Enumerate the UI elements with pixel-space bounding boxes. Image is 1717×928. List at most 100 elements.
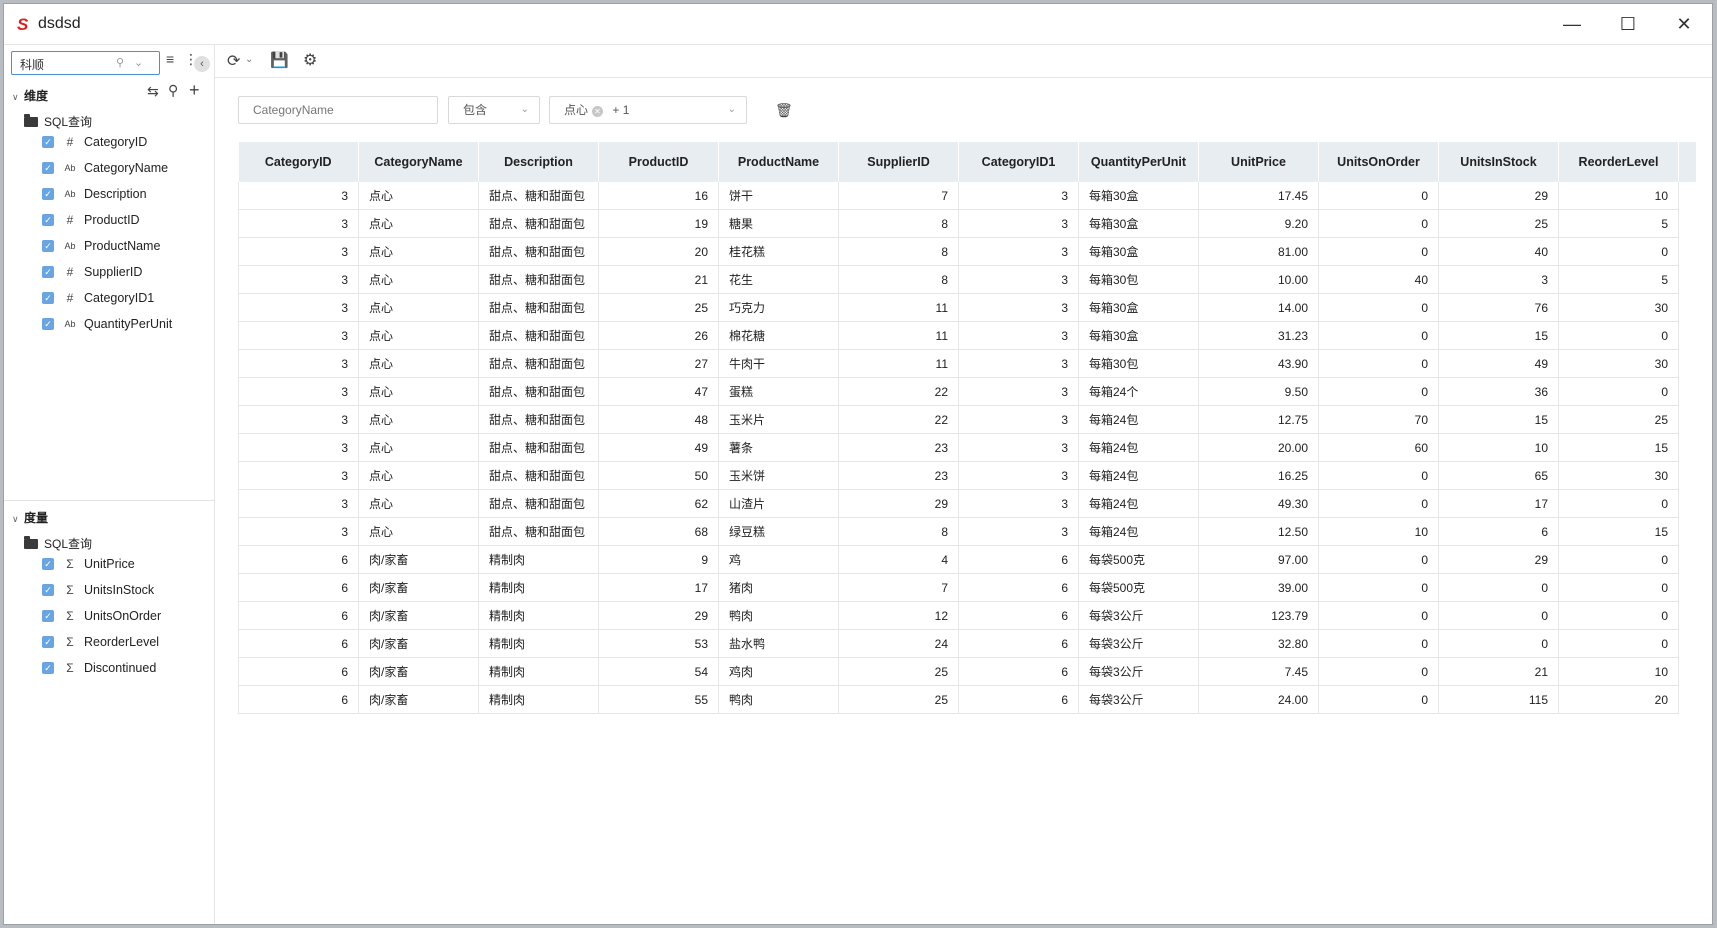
table-cell[interactable]: 甜点、糖和甜面包: [478, 209, 599, 238]
table-cell[interactable]: 每箱24包: [1078, 489, 1199, 518]
table-row[interactable]: 6 肉/家畜 精制肉 29 鸭肉 12 6 每袋3公斤 123.79 0 0 0: [238, 601, 1697, 630]
table-cell[interactable]: 0: [1438, 629, 1559, 658]
table-cell[interactable]: 23: [838, 433, 959, 462]
table-cell[interactable]: 绿豆糕: [718, 517, 839, 546]
table-cell[interactable]: 8: [838, 237, 959, 266]
table-cell[interactable]: 玉米饼: [718, 461, 839, 490]
table-cell[interactable]: 36: [1438, 377, 1559, 406]
table-cell[interactable]: 3: [958, 349, 1079, 378]
table-cell[interactable]: 11: [838, 321, 959, 350]
table-cell[interactable]: 甜点、糖和甜面包: [478, 182, 599, 210]
table-cell[interactable]: 49: [1438, 349, 1559, 378]
table-cell[interactable]: 7: [838, 182, 959, 210]
table-cell[interactable]: 3: [958, 265, 1079, 294]
table-cell[interactable]: 29: [598, 601, 719, 630]
table-cell[interactable]: 点心: [358, 489, 479, 518]
field-item[interactable]: ✓ Ab ProductName: [42, 233, 172, 259]
column-header[interactable]: CategoryID1: [958, 142, 1079, 182]
table-cell[interactable]: 48: [598, 405, 719, 434]
collapse-sidebar-button[interactable]: ‹: [194, 56, 210, 72]
table-cell[interactable]: 山渣片: [718, 489, 839, 518]
table-cell[interactable]: 每袋500克: [1078, 573, 1199, 602]
table-cell[interactable]: 6: [238, 657, 359, 686]
field-item[interactable]: ✓ # SupplierID: [42, 259, 172, 285]
table-cell[interactable]: 6: [238, 601, 359, 630]
table-cell[interactable]: 0: [1558, 601, 1679, 630]
field-item[interactable]: ✓ Ab QuantityPerUnit: [42, 311, 172, 337]
table-cell[interactable]: 6: [958, 545, 1079, 574]
table-cell[interactable]: 3: [958, 237, 1079, 266]
checkbox[interactable]: ✓: [42, 214, 54, 226]
table-cell[interactable]: 精制肉: [478, 601, 599, 630]
table-cell[interactable]: 8: [838, 265, 959, 294]
table-cell[interactable]: 3: [958, 321, 1079, 350]
table-cell[interactable]: 11: [838, 349, 959, 378]
table-cell[interactable]: 20: [598, 237, 719, 266]
table-cell[interactable]: 25: [838, 685, 959, 714]
table-cell[interactable]: 0: [1318, 629, 1439, 658]
table-cell[interactable]: 3: [958, 209, 1079, 238]
table-cell[interactable]: 0: [1318, 545, 1439, 574]
table-cell[interactable]: 22: [838, 377, 959, 406]
refresh-icon[interactable]: ⟳: [227, 51, 240, 71]
checkbox[interactable]: ✓: [42, 636, 54, 648]
table-cell[interactable]: 5: [1558, 209, 1679, 238]
table-cell[interactable]: 3: [238, 265, 359, 294]
table-cell[interactable]: 47: [598, 377, 719, 406]
table-cell[interactable]: 盐水鸭: [718, 629, 839, 658]
checkbox[interactable]: ✓: [42, 610, 54, 622]
table-cell[interactable]: 甜点、糖和甜面包: [478, 433, 599, 462]
table-row[interactable]: 3 点心 甜点、糖和甜面包 47 蛋糕 22 3 每箱24个 9.50 0 36 0: [238, 377, 1697, 406]
table-cell[interactable]: 每箱24包: [1078, 461, 1199, 490]
table-cell[interactable]: 精制肉: [478, 545, 599, 574]
filter-operator-select[interactable]: 包含 ⌄: [448, 96, 540, 124]
dimensions-folder[interactable]: SQL查询: [24, 113, 92, 130]
chevron-down-icon[interactable]: ⌄: [245, 54, 253, 65]
field-item[interactable]: ✓ Σ UnitsInStock: [42, 577, 161, 603]
table-cell[interactable]: 点心: [358, 293, 479, 322]
table-cell[interactable]: 甜点、糖和甜面包: [478, 377, 599, 406]
table-cell[interactable]: 10.00: [1198, 265, 1319, 294]
table-cell[interactable]: 3: [238, 321, 359, 350]
table-cell[interactable]: 0: [1318, 685, 1439, 714]
table-row[interactable]: 6 肉/家畜 精制肉 9 鸡 4 6 每袋500克 97.00 0 29 0: [238, 545, 1697, 574]
table-cell[interactable]: 0: [1558, 545, 1679, 574]
table-cell[interactable]: 7: [838, 573, 959, 602]
table-cell[interactable]: 桂花糕: [718, 237, 839, 266]
add-icon[interactable]: +: [189, 80, 200, 101]
field-item[interactable]: ✓ Σ UnitPrice: [42, 551, 161, 577]
field-item[interactable]: ✓ Σ Discontinued: [42, 655, 161, 681]
table-cell[interactable]: 30: [1558, 349, 1679, 378]
table-cell[interactable]: 3: [958, 377, 1079, 406]
table-cell[interactable]: 0: [1438, 573, 1559, 602]
table-cell[interactable]: 点心: [358, 265, 479, 294]
table-cell[interactable]: 甜点、糖和甜面包: [478, 321, 599, 350]
table-cell[interactable]: 9.50: [1198, 377, 1319, 406]
table-cell[interactable]: 3: [238, 405, 359, 434]
table-cell[interactable]: 32.80: [1198, 629, 1319, 658]
table-cell[interactable]: 6: [958, 573, 1079, 602]
search-icon[interactable]: ⚲: [168, 82, 178, 99]
table-cell[interactable]: 花生: [718, 265, 839, 294]
table-cell[interactable]: 0: [1558, 377, 1679, 406]
table-cell[interactable]: 每箱30盒: [1078, 321, 1199, 350]
table-cell[interactable]: 43.90: [1198, 349, 1319, 378]
table-cell[interactable]: 每袋3公斤: [1078, 601, 1199, 630]
table-cell[interactable]: 每箱30盒: [1078, 293, 1199, 322]
delete-filter-icon[interactable]: 🗑: [775, 102, 793, 119]
table-cell[interactable]: 0: [1318, 237, 1439, 266]
table-cell[interactable]: 123.79: [1198, 601, 1319, 630]
table-cell[interactable]: 15: [1558, 433, 1679, 462]
table-cell[interactable]: 3: [958, 405, 1079, 434]
table-cell[interactable]: 53: [598, 629, 719, 658]
table-cell[interactable]: 8: [838, 517, 959, 546]
table-row[interactable]: 3 点心 甜点、糖和甜面包 27 牛肉干 11 3 每箱30包 43.90 0 49 30: [238, 349, 1697, 378]
table-cell[interactable]: 65: [1438, 461, 1559, 490]
table-cell[interactable]: 21: [598, 265, 719, 294]
table-cell[interactable]: 26: [598, 321, 719, 350]
table-cell[interactable]: 3: [238, 461, 359, 490]
table-cell[interactable]: 3: [958, 293, 1079, 322]
table-cell[interactable]: 点心: [358, 321, 479, 350]
table-cell[interactable]: 25: [1558, 405, 1679, 434]
table-cell[interactable]: 每袋3公斤: [1078, 629, 1199, 658]
